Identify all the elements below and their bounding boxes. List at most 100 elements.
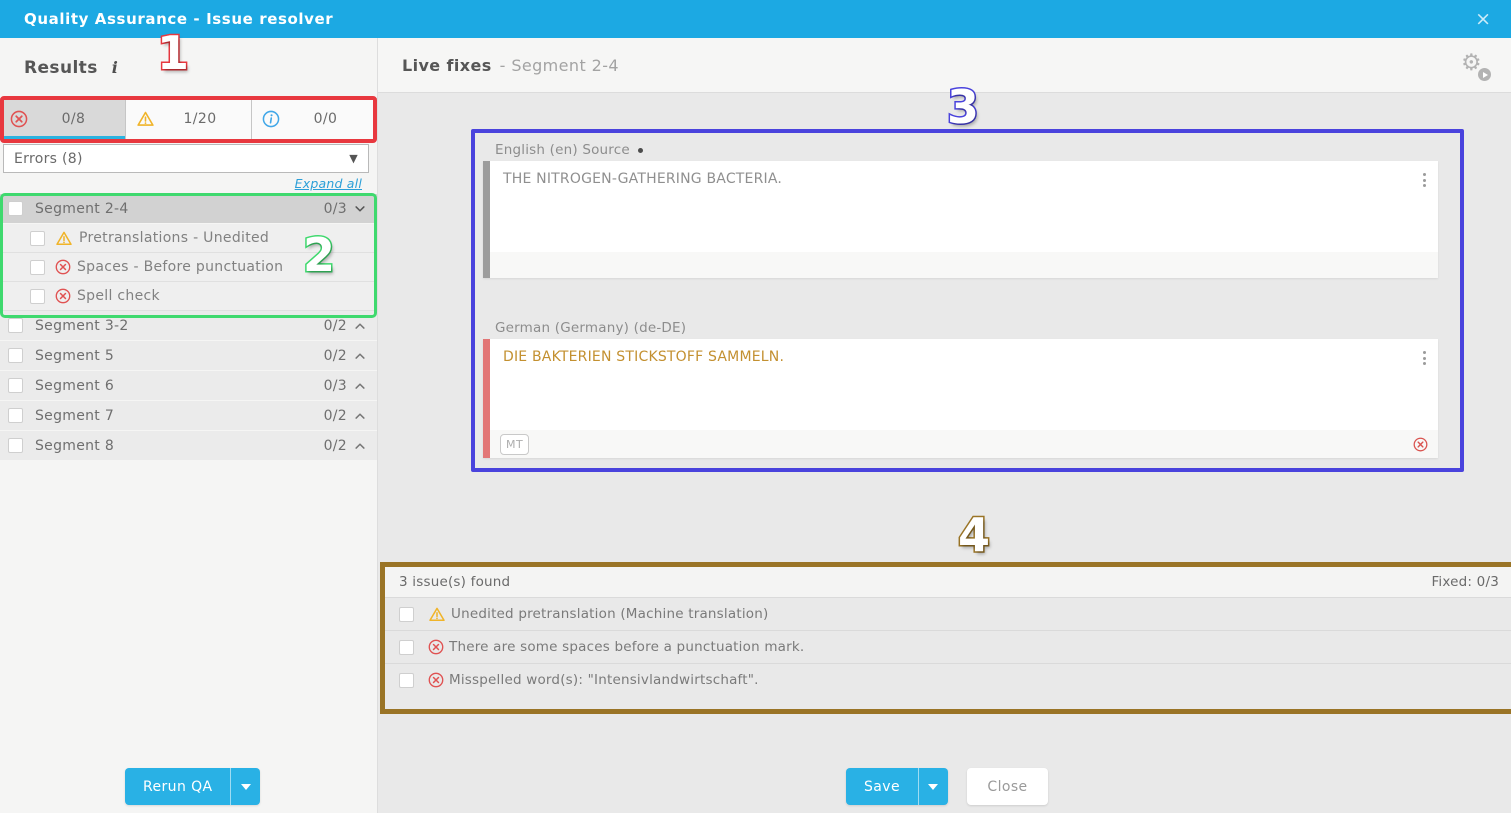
mt-badge: MT bbox=[500, 434, 529, 455]
target-text: DIE BAKTERIEN STICKSTOFF SAMMELN. bbox=[490, 339, 1438, 365]
info-icon[interactable]: i bbox=[112, 58, 118, 77]
source-language-label: English (en) Source bbox=[495, 142, 643, 158]
checkbox[interactable] bbox=[8, 378, 23, 393]
issues-found-label: 3 issue(s) found bbox=[399, 574, 510, 590]
results-sidebar: Results i 0/8 1/20 0/0 Errors (8) ▼ Expa… bbox=[0, 38, 378, 813]
results-title: Results bbox=[24, 58, 98, 78]
segment-row-2-4[interactable]: Segment 2-4 0/3 bbox=[0, 194, 377, 223]
live-fixes-panel: Live fixes - Segment 2-4 ⚙ English (en) … bbox=[378, 38, 1511, 813]
source-editor-footer bbox=[490, 252, 1438, 278]
checkbox[interactable] bbox=[8, 318, 23, 333]
rerun-qa-label: Rerun QA bbox=[125, 768, 230, 805]
checkbox[interactable] bbox=[8, 438, 23, 453]
live-fixes-title: Live fixes bbox=[402, 56, 492, 75]
play-icon bbox=[1478, 68, 1491, 81]
segment-label: Segment 3-2 bbox=[35, 318, 324, 334]
tab-errors-count: 0/8 bbox=[32, 111, 115, 127]
expand-all-link[interactable]: Expand all bbox=[295, 176, 362, 191]
issue-row-pretranslation[interactable]: Unedited pretranslation (Machine transla… bbox=[385, 597, 1511, 630]
issue-row-spelling[interactable]: Misspelled word(s): "Intensivlandwirtsch… bbox=[385, 663, 1511, 696]
segment-label: Segment 5 bbox=[35, 348, 324, 364]
tab-info[interactable]: 0/0 bbox=[252, 99, 377, 139]
info-circle-icon bbox=[262, 110, 280, 128]
chevron-down-icon[interactable] bbox=[353, 202, 367, 216]
chevron-up-icon[interactable] bbox=[353, 319, 367, 333]
segment-count: 0/3 bbox=[324, 201, 347, 217]
kebab-menu-icon[interactable] bbox=[1423, 173, 1426, 187]
error-icon bbox=[1413, 437, 1428, 452]
issues-panel-header: 3 issue(s) found Fixed: 0/3 bbox=[385, 567, 1511, 597]
live-fixes-header: Live fixes - Segment 2-4 ⚙ bbox=[378, 38, 1511, 93]
warning-icon bbox=[136, 110, 155, 128]
segment-label: Segment 6 bbox=[35, 378, 324, 394]
segment-row-3-2[interactable]: Segment 3-2 0/2 bbox=[0, 311, 377, 340]
checkbox[interactable] bbox=[30, 289, 45, 304]
warning-icon bbox=[428, 606, 446, 623]
tab-errors[interactable]: 0/8 bbox=[0, 99, 126, 139]
dialog-title: Quality Assurance - Issue resolver bbox=[24, 10, 333, 28]
results-header: Results i bbox=[24, 58, 118, 78]
source-text: THE NITROGEN-GATHERING BACTERIA. bbox=[490, 161, 1438, 187]
join-dot-icon bbox=[638, 148, 643, 153]
tab-warnings[interactable]: 1/20 bbox=[126, 99, 252, 139]
issue-item-label: Pretranslations - Unedited bbox=[79, 230, 269, 246]
rerun-qa-button[interactable]: Rerun QA bbox=[125, 768, 260, 805]
error-icon bbox=[10, 110, 28, 128]
checkbox[interactable] bbox=[399, 640, 414, 655]
issue-item-label: Spell check bbox=[77, 288, 160, 304]
save-button[interactable]: Save bbox=[846, 768, 948, 805]
segment-count: 0/2 bbox=[324, 408, 347, 424]
issue-text: There are some spaces before a punctuati… bbox=[449, 639, 804, 655]
error-icon bbox=[55, 288, 71, 304]
issue-item-spaces[interactable]: Spaces - Before punctuation bbox=[0, 253, 377, 282]
issue-filter-select[interactable]: Errors (8) ▼ bbox=[3, 144, 369, 173]
dialog-titlebar: Quality Assurance - Issue resolver × bbox=[0, 0, 1511, 38]
segment-count: 0/3 bbox=[324, 378, 347, 394]
segment-2-4-issue-list: Pretranslations - Unedited Spaces - Befo… bbox=[0, 224, 377, 311]
chevron-up-icon[interactable] bbox=[353, 409, 367, 423]
target-editor[interactable]: DIE BAKTERIEN STICKSTOFF SAMMELN. MT bbox=[483, 339, 1438, 458]
close-icon[interactable]: × bbox=[1475, 10, 1491, 29]
chevron-up-icon[interactable] bbox=[353, 349, 367, 363]
checkbox[interactable] bbox=[30, 231, 45, 246]
segment-label: Segment 7 bbox=[35, 408, 324, 424]
issue-item-spellcheck[interactable]: Spell check bbox=[0, 282, 377, 311]
checkbox[interactable] bbox=[8, 348, 23, 363]
issue-text: Misspelled word(s): "Intensivlandwirtsch… bbox=[449, 672, 759, 688]
segment-label: Segment 8 bbox=[35, 438, 324, 454]
rerun-qa-dropdown[interactable] bbox=[230, 768, 260, 805]
segment-row-8[interactable]: Segment 8 0/2 bbox=[0, 431, 377, 460]
error-icon bbox=[428, 639, 444, 655]
checkbox[interactable] bbox=[399, 673, 414, 688]
segment-label: Segment 2-4 bbox=[35, 201, 324, 217]
segment-row-5[interactable]: Segment 5 0/2 bbox=[0, 341, 377, 370]
issues-fixed-label: Fixed: 0/3 bbox=[1431, 574, 1499, 590]
segment-list: Segment 2-4 0/3 Pretranslations - Unedit… bbox=[0, 194, 377, 461]
issue-item-pretranslations[interactable]: Pretranslations - Unedited bbox=[0, 224, 377, 253]
save-label: Save bbox=[846, 768, 918, 805]
error-icon bbox=[55, 259, 71, 275]
chevron-up-icon[interactable] bbox=[353, 439, 367, 453]
close-label: Close bbox=[987, 779, 1027, 795]
segment-row-6[interactable]: Segment 6 0/3 bbox=[0, 371, 377, 400]
issue-row-spaces[interactable]: There are some spaces before a punctuati… bbox=[385, 630, 1511, 663]
error-icon bbox=[428, 672, 444, 688]
segment-row-7[interactable]: Segment 7 0/2 bbox=[0, 401, 377, 430]
checkbox[interactable] bbox=[8, 201, 23, 216]
close-button[interactable]: Close bbox=[967, 768, 1048, 805]
target-status-bar bbox=[483, 339, 490, 458]
chevron-up-icon[interactable] bbox=[353, 379, 367, 393]
target-editor-footer: MT bbox=[490, 430, 1438, 458]
kebab-menu-icon[interactable] bbox=[1423, 351, 1426, 365]
checkbox[interactable] bbox=[30, 260, 45, 275]
segment-count: 0/2 bbox=[324, 348, 347, 364]
save-dropdown[interactable] bbox=[918, 768, 948, 805]
target-language-label: German (Germany) (de-DE) bbox=[495, 320, 686, 336]
caret-down-icon bbox=[241, 784, 251, 790]
source-editor[interactable]: THE NITROGEN-GATHERING BACTERIA. bbox=[483, 161, 1438, 278]
issue-item-label: Spaces - Before punctuation bbox=[77, 259, 283, 275]
checkbox[interactable] bbox=[399, 607, 414, 622]
warning-icon bbox=[55, 230, 73, 247]
qa-settings-button[interactable]: ⚙ bbox=[1461, 52, 1489, 80]
checkbox[interactable] bbox=[8, 408, 23, 423]
